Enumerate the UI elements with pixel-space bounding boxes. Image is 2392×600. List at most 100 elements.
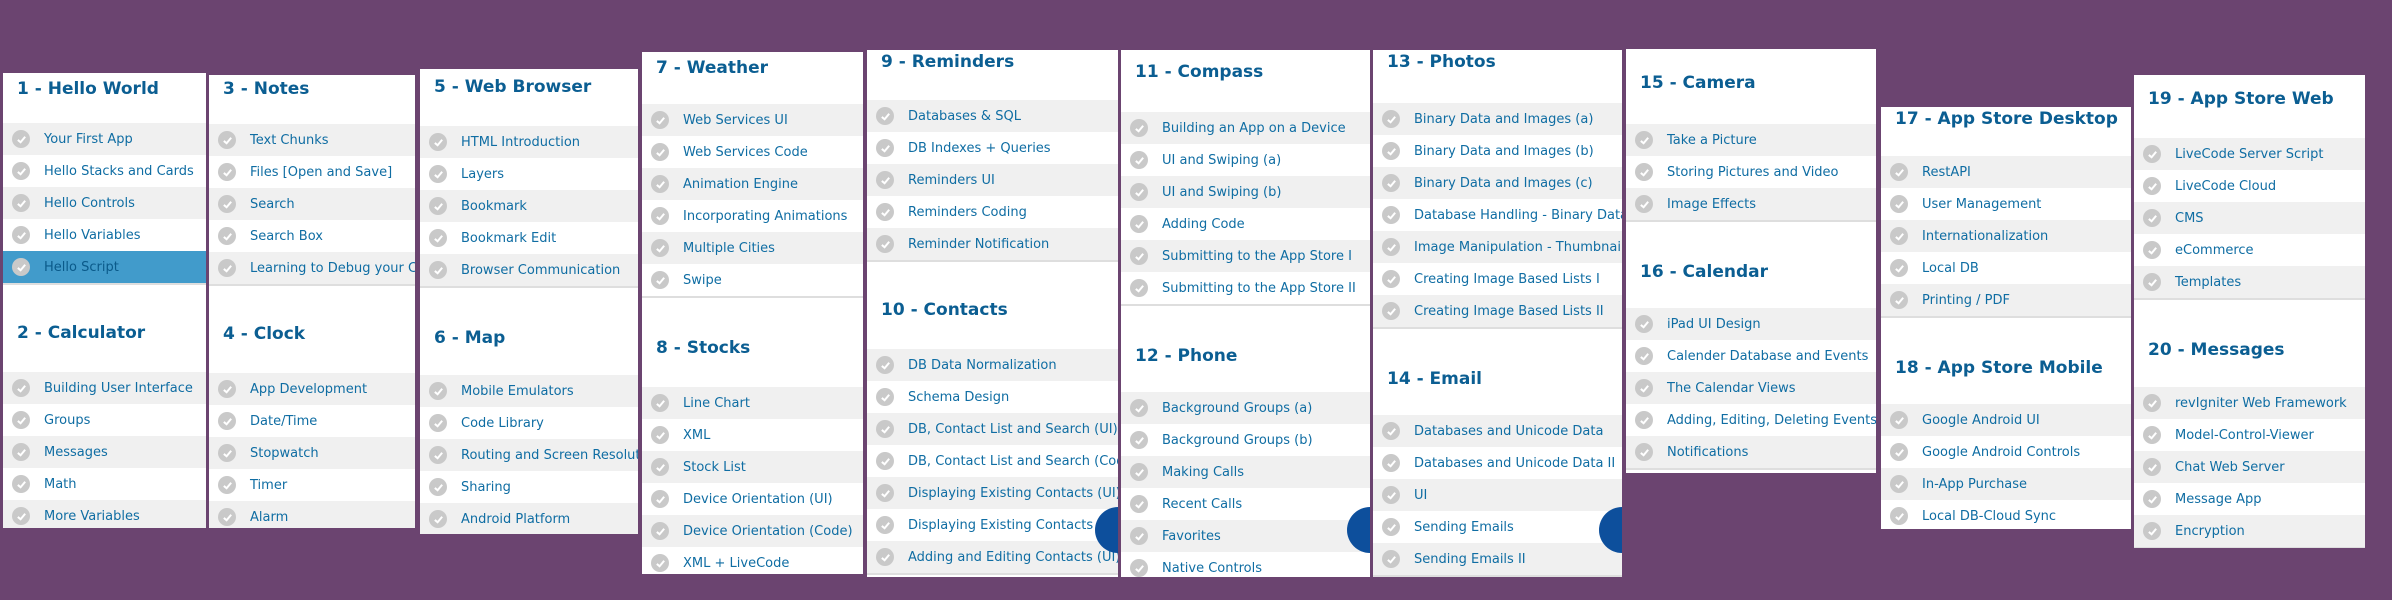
lesson-item[interactable]: Favorites bbox=[1121, 520, 1370, 552]
lesson-item[interactable]: Reminders UI bbox=[867, 164, 1118, 196]
lesson-item[interactable]: Messages bbox=[3, 436, 206, 468]
lesson-item[interactable]: Layers bbox=[420, 158, 638, 190]
lesson-item[interactable]: DB, Contact List and Search (UI) bbox=[867, 413, 1118, 445]
lesson-item[interactable]: Learning to Debug your Code bbox=[209, 252, 415, 286]
lesson-item[interactable]: Recent Calls bbox=[1121, 488, 1370, 520]
lesson-item[interactable]: Bookmark bbox=[420, 190, 638, 222]
lesson-item[interactable]: Hello Variables bbox=[3, 219, 206, 251]
lesson-item[interactable]: Chat Web Server bbox=[2134, 451, 2365, 483]
lesson-item[interactable]: The Calendar Views bbox=[1626, 372, 1876, 404]
lesson-item[interactable]: Code Library bbox=[420, 407, 638, 439]
lesson-item[interactable]: Search Box bbox=[209, 220, 415, 252]
lesson-item[interactable]: Incorporating Animations bbox=[642, 200, 863, 232]
lesson-item[interactable]: App Development bbox=[209, 373, 415, 405]
lesson-item[interactable]: Displaying Existing Contacts (UI) bbox=[867, 477, 1118, 509]
lesson-item[interactable]: Google Android Controls bbox=[1881, 436, 2131, 468]
lesson-item[interactable]: Stock List bbox=[642, 451, 863, 483]
lesson-item[interactable]: Schema Design bbox=[867, 381, 1118, 413]
lesson-item[interactable]: Printing / PDF bbox=[1881, 284, 2131, 318]
lesson-item[interactable]: Local DB bbox=[1881, 252, 2131, 284]
lesson-item[interactable]: Routing and Screen Resolution bbox=[420, 439, 638, 471]
lesson-item[interactable]: Groups bbox=[3, 404, 206, 436]
lesson-item[interactable]: Timer bbox=[209, 469, 415, 501]
lesson-item[interactable]: Sending Emails II bbox=[1373, 543, 1622, 577]
lesson-item[interactable]: Swipe bbox=[642, 264, 863, 298]
lesson-item[interactable]: Stopwatch bbox=[209, 437, 415, 469]
lesson-item[interactable]: HTML Introduction bbox=[420, 126, 638, 158]
lesson-item[interactable]: Native Controls bbox=[1121, 552, 1370, 577]
lesson-item[interactable]: Creating Image Based Lists I bbox=[1373, 263, 1622, 295]
lesson-item[interactable]: Calender Database and Events bbox=[1626, 340, 1876, 372]
lesson-item[interactable]: Math bbox=[3, 468, 206, 500]
lesson-item[interactable]: Background Groups (b) bbox=[1121, 424, 1370, 456]
lesson-item[interactable]: Database Handling - Binary Data bbox=[1373, 199, 1622, 231]
lesson-item[interactable]: Submitting to the App Store II bbox=[1121, 272, 1370, 306]
lesson-item[interactable]: Adding, Editing, Deleting Events bbox=[1626, 404, 1876, 436]
lesson-item[interactable]: LiveCode Cloud bbox=[2134, 170, 2365, 202]
lesson-item[interactable]: More Variables bbox=[3, 500, 206, 528]
lesson-item[interactable]: Hello Controls bbox=[3, 187, 206, 219]
lesson-item[interactable]: Binary Data and Images (c) bbox=[1373, 167, 1622, 199]
lesson-item[interactable]: Mobile Emulators bbox=[420, 375, 638, 407]
lesson-item[interactable]: Internationalization bbox=[1881, 220, 2131, 252]
lesson-item[interactable]: Bookmark Edit bbox=[420, 222, 638, 254]
lesson-item[interactable]: Your First App bbox=[3, 123, 206, 155]
lesson-item[interactable]: Date/Time bbox=[209, 405, 415, 437]
lesson-item[interactable]: DB, Contact List and Search (Code) bbox=[867, 445, 1118, 477]
lesson-item[interactable]: Encryption bbox=[2134, 515, 2365, 548]
lesson-item[interactable]: Hello Stacks and Cards bbox=[3, 155, 206, 187]
lesson-item[interactable]: DB Indexes + Queries bbox=[867, 132, 1118, 164]
lesson-item[interactable]: Alarm bbox=[209, 501, 415, 528]
lesson-item[interactable]: iPad UI Design bbox=[1626, 308, 1876, 340]
lesson-item[interactable]: RestAPI bbox=[1881, 156, 2131, 188]
lesson-item[interactable]: Databases & SQL bbox=[867, 100, 1118, 132]
lesson-item[interactable]: Android Platform bbox=[420, 503, 638, 534]
lesson-item[interactable]: Adding and Editing Contacts (UI) bbox=[867, 541, 1118, 575]
lesson-item[interactable]: DB Data Normalization bbox=[867, 349, 1118, 381]
lesson-item[interactable]: Image Effects bbox=[1626, 188, 1876, 222]
lesson-item[interactable]: Submitting to the App Store I bbox=[1121, 240, 1370, 272]
lesson-item[interactable]: Take a Picture bbox=[1626, 124, 1876, 156]
lesson-item[interactable]: Sending Emails bbox=[1373, 511, 1622, 543]
lesson-item[interactable]: Sharing bbox=[420, 471, 638, 503]
lesson-item[interactable]: Binary Data and Images (a) bbox=[1373, 103, 1622, 135]
lesson-item[interactable]: revIgniter Web Framework bbox=[2134, 387, 2365, 419]
lesson-item[interactable]: Model-Control-Viewer bbox=[2134, 419, 2365, 451]
lesson-item[interactable]: Browser Communication bbox=[420, 254, 638, 288]
lesson-item[interactable]: Image Manipulation - Thumbnails bbox=[1373, 231, 1622, 263]
lesson-item[interactable]: Message App bbox=[2134, 483, 2365, 515]
lesson-item[interactable]: Templates bbox=[2134, 266, 2365, 300]
lesson-item[interactable]: Notifications bbox=[1626, 436, 1876, 470]
lesson-item[interactable]: Building User Interface bbox=[3, 372, 206, 404]
lesson-item[interactable]: Files [Open and Save] bbox=[209, 156, 415, 188]
lesson-item[interactable]: Making Calls bbox=[1121, 456, 1370, 488]
lesson-item[interactable]: Background Groups (a) bbox=[1121, 392, 1370, 424]
lesson-item-selected[interactable]: Hello Script bbox=[3, 251, 206, 285]
lesson-item[interactable]: Search bbox=[209, 188, 415, 220]
lesson-item[interactable]: Reminders Coding bbox=[867, 196, 1118, 228]
lesson-item[interactable]: In-App Purchase bbox=[1881, 468, 2131, 500]
lesson-item[interactable]: Multiple Cities bbox=[642, 232, 863, 264]
lesson-item[interactable]: User Management bbox=[1881, 188, 2131, 220]
lesson-item[interactable]: Databases and Unicode Data bbox=[1373, 415, 1622, 447]
lesson-item[interactable]: LiveCode Server Script bbox=[2134, 138, 2365, 170]
lesson-item[interactable]: eCommerce bbox=[2134, 234, 2365, 266]
lesson-item[interactable]: Storing Pictures and Video bbox=[1626, 156, 1876, 188]
lesson-item[interactable]: Displaying Existing Contacts (Code) bbox=[867, 509, 1118, 541]
lesson-item[interactable]: Databases and Unicode Data II bbox=[1373, 447, 1622, 479]
lesson-item[interactable]: CMS bbox=[2134, 202, 2365, 234]
lesson-item[interactable]: Animation Engine bbox=[642, 168, 863, 200]
lesson-item[interactable]: Local DB-Cloud Sync bbox=[1881, 500, 2131, 529]
lesson-item[interactable]: XML + LiveCode bbox=[642, 547, 863, 574]
lesson-item[interactable]: Google Android UI bbox=[1881, 404, 2131, 436]
lesson-item[interactable]: Reminder Notification bbox=[867, 228, 1118, 262]
lesson-item[interactable]: UI and Swiping (a) bbox=[1121, 144, 1370, 176]
lesson-item[interactable]: Line Chart bbox=[642, 387, 863, 419]
lesson-item[interactable]: UI and Swiping (b) bbox=[1121, 176, 1370, 208]
lesson-item[interactable]: Binary Data and Images (b) bbox=[1373, 135, 1622, 167]
lesson-item[interactable]: Creating Image Based Lists II bbox=[1373, 295, 1622, 329]
lesson-item[interactable]: UI bbox=[1373, 479, 1622, 511]
lesson-item[interactable]: Device Orientation (UI) bbox=[642, 483, 863, 515]
lesson-item[interactable]: Building an App on a Device bbox=[1121, 112, 1370, 144]
lesson-item[interactable]: XML bbox=[642, 419, 863, 451]
